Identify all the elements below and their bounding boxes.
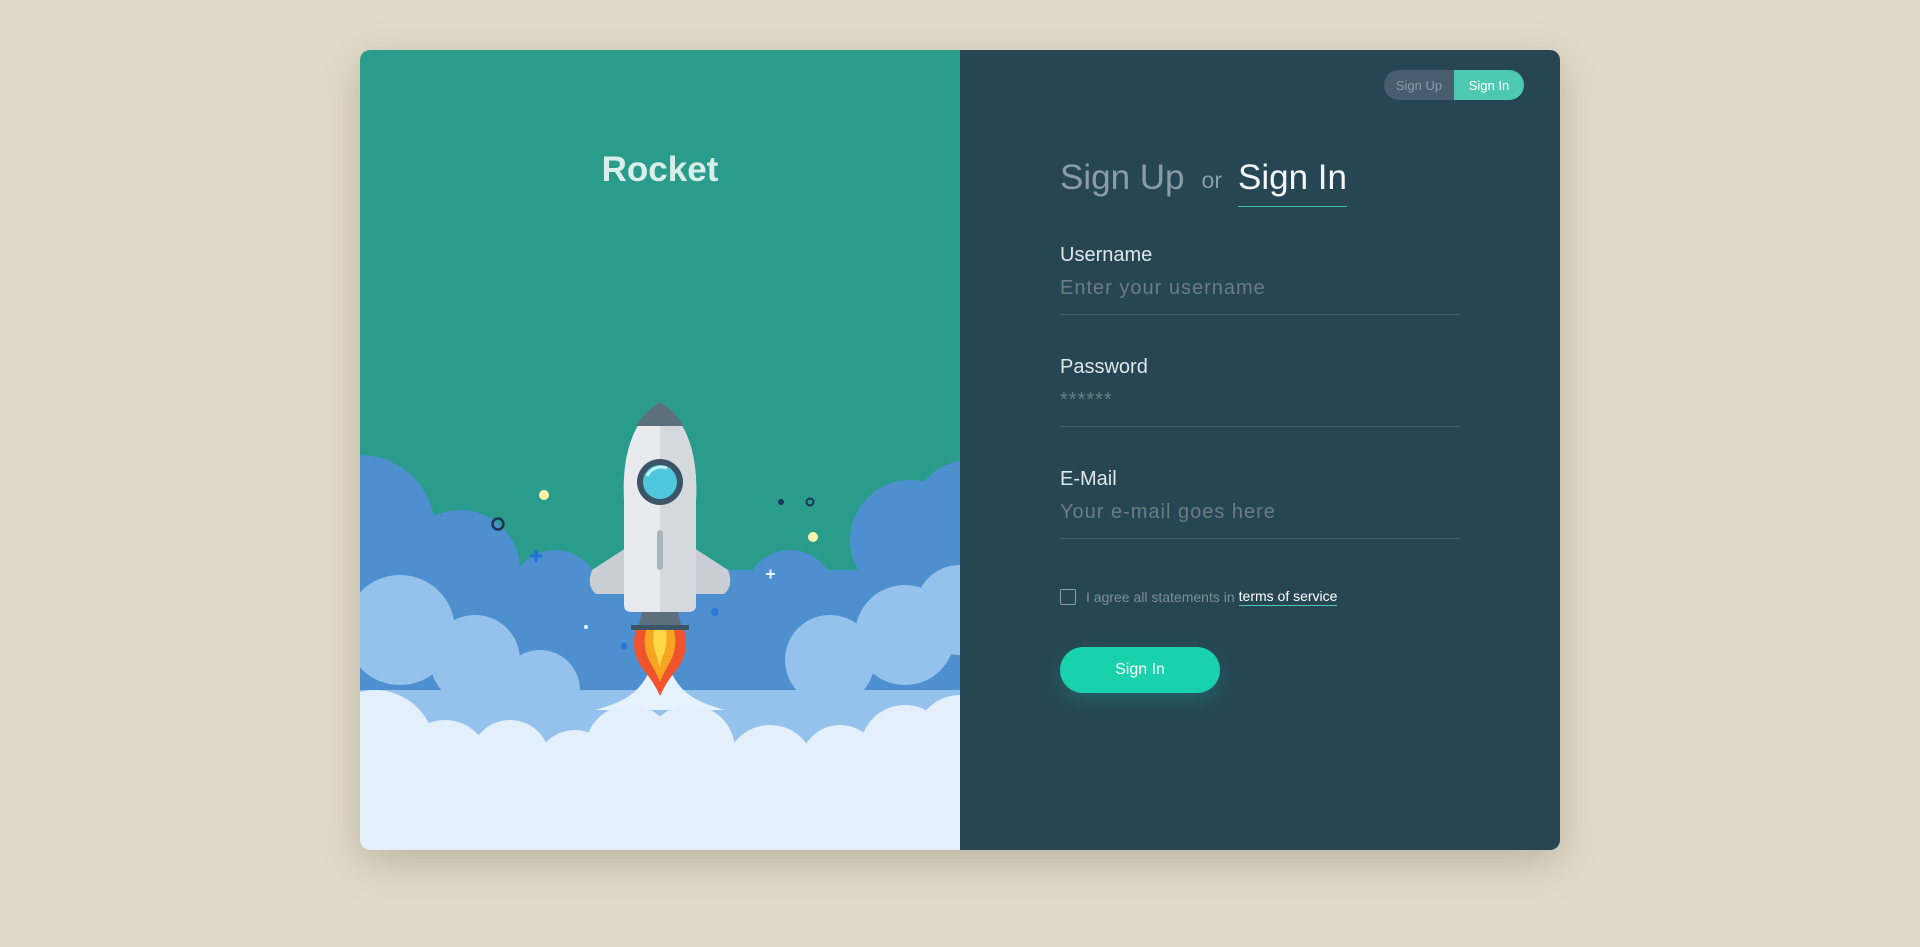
rocket-launch-illustration bbox=[360, 402, 960, 850]
password-label: Password bbox=[1060, 356, 1148, 378]
terms-row: I agree all statements in terms of servi… bbox=[1060, 588, 1338, 606]
terms-link[interactable]: terms of service bbox=[1238, 588, 1338, 606]
heading-or: or bbox=[1201, 167, 1222, 193]
heading-sign-in-link[interactable]: Sign In bbox=[1237, 158, 1347, 207]
password-field: Password bbox=[1060, 356, 1460, 427]
form-heading: Sign Up or Sign In bbox=[1060, 158, 1347, 207]
email-label: E-Mail bbox=[1060, 468, 1117, 490]
terms-checkbox[interactable] bbox=[1060, 589, 1076, 605]
email-input[interactable] bbox=[1060, 491, 1460, 539]
username-field: Username bbox=[1060, 244, 1460, 315]
illustration-panel: Rocket bbox=[360, 50, 960, 850]
heading-sign-up-link[interactable]: Sign Up bbox=[1060, 158, 1185, 198]
username-input[interactable] bbox=[1060, 267, 1460, 315]
form-panel: Sign Up Sign In Sign Up or Sign In Usern… bbox=[960, 50, 1560, 850]
auth-card: Rocket Sign Up Sign In Sign Up or Sign I… bbox=[360, 50, 1560, 850]
mode-toggle: Sign Up Sign In bbox=[1384, 70, 1524, 100]
terms-text: I agree all statements in bbox=[1086, 589, 1235, 605]
toggle-sign-in[interactable]: Sign In bbox=[1454, 70, 1524, 100]
email-field: E-Mail bbox=[1060, 468, 1460, 539]
toggle-sign-up[interactable]: Sign Up bbox=[1384, 70, 1454, 100]
sign-in-button[interactable]: Sign In bbox=[1060, 647, 1220, 693]
username-label: Username bbox=[1060, 244, 1153, 266]
password-input[interactable] bbox=[1060, 379, 1460, 427]
